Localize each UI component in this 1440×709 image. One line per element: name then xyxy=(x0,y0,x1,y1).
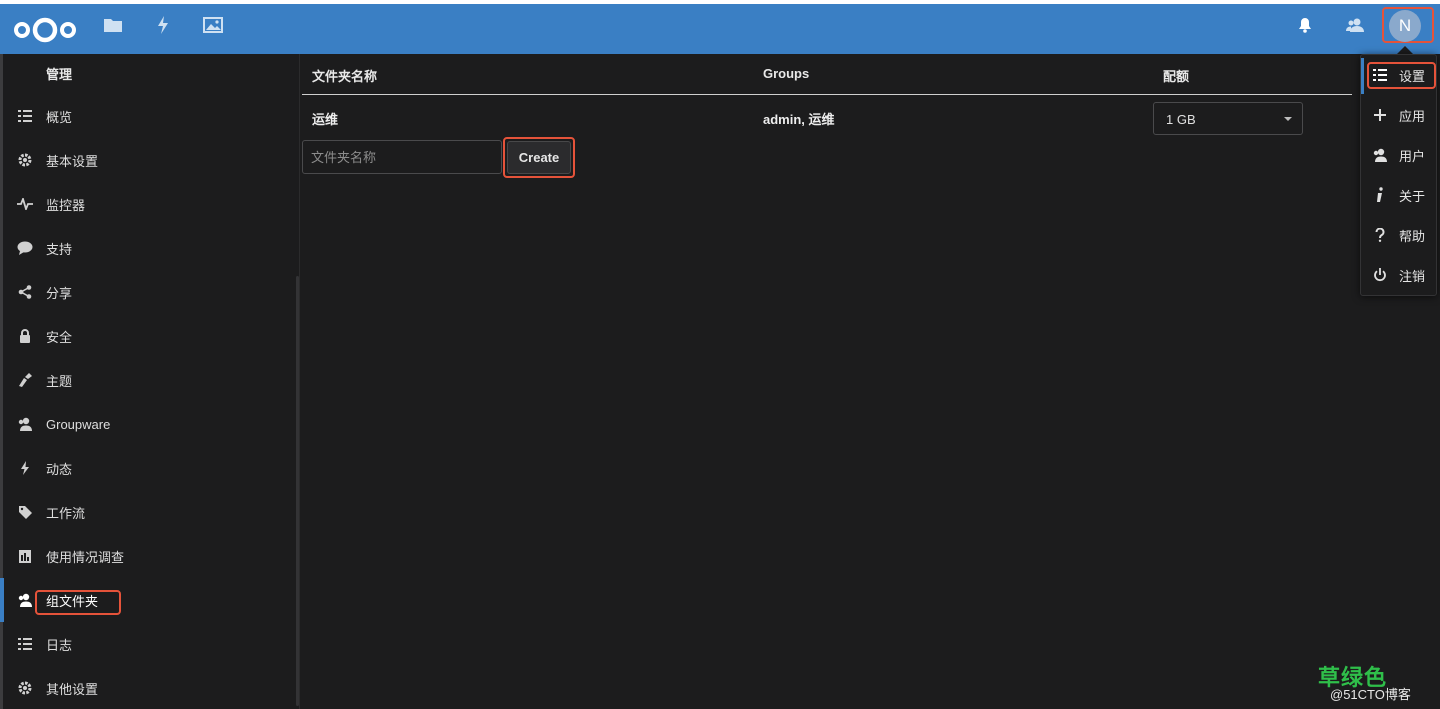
gallery-icon[interactable] xyxy=(201,13,225,37)
nextcloud-logo[interactable] xyxy=(12,16,78,44)
sidebar-heading: 管理 xyxy=(46,67,73,82)
sidebar-item-additional-settings[interactable]: 其他设置 xyxy=(0,666,298,709)
column-header-groups[interactable]: Groups xyxy=(763,66,809,81)
sidebar-item-label: 日志 xyxy=(46,637,73,653)
sidebar-item-label: 分享 xyxy=(46,285,73,301)
sidebar-item-label: 其他设置 xyxy=(46,681,99,697)
column-header-quota[interactable]: 配额 xyxy=(1163,66,1189,85)
users-icon xyxy=(1372,147,1388,163)
pulse-icon xyxy=(16,195,34,213)
sidebar-item-label: 支持 xyxy=(46,241,73,257)
menu-item-label: 注销 xyxy=(1399,268,1426,284)
folder-name-cell[interactable]: 运维 xyxy=(312,109,338,128)
help-icon xyxy=(1372,227,1388,243)
create-folder-button[interactable]: Create xyxy=(507,141,571,174)
sidebar-item-groupware[interactable]: Groupware xyxy=(0,402,298,446)
sidebar-item-overview[interactable]: 概览 xyxy=(0,94,298,138)
tag-icon xyxy=(16,503,34,521)
chevron-down-icon xyxy=(1284,117,1292,121)
folder-groups-cell[interactable]: admin, 运维 xyxy=(763,109,835,128)
comment-icon xyxy=(16,239,34,257)
gear-icon xyxy=(16,679,34,697)
contacts-icon[interactable] xyxy=(1343,13,1367,37)
notifications-icon[interactable] xyxy=(1293,13,1317,37)
menu-item-label: 用户 xyxy=(1399,148,1426,164)
sidebar-item-label: 主题 xyxy=(46,373,73,389)
menu-item-users[interactable]: 用户 xyxy=(1364,135,1436,175)
list-icon xyxy=(16,107,34,125)
sidebar-item-activity[interactable]: 动态 xyxy=(0,446,298,490)
user-avatar[interactable]: N xyxy=(1389,10,1421,42)
sidebar-item-survey[interactable]: 使用情况调查 xyxy=(0,534,298,578)
sidebar-item-sharing[interactable]: 分享 xyxy=(0,270,298,314)
settings-highlight xyxy=(1367,62,1436,89)
group-folder-icon xyxy=(16,591,34,609)
sidebar-item-support[interactable]: 支持 xyxy=(0,226,298,270)
files-icon[interactable] xyxy=(101,13,125,37)
power-icon xyxy=(1372,267,1388,283)
menu-item-label: 关于 xyxy=(1399,188,1426,204)
quota-select[interactable]: 1 GB xyxy=(1153,102,1303,135)
sidebar-item-label: 使用情况调查 xyxy=(46,549,125,565)
sidebar-item-basic-settings[interactable]: 基本设置 xyxy=(0,138,298,182)
plus-icon xyxy=(1372,107,1388,123)
survey-icon xyxy=(16,547,34,565)
menu-arrow xyxy=(1397,46,1413,54)
menu-item-logout[interactable]: 注销 xyxy=(1364,255,1436,295)
sidebar-item-label: 基本设置 xyxy=(46,153,99,169)
gear-icon xyxy=(16,151,34,169)
menu-item-help[interactable]: 帮助 xyxy=(1364,215,1436,255)
info-icon xyxy=(1372,187,1388,203)
sidebar-item-label: 动态 xyxy=(46,461,73,477)
watermark-source: @51CTO博客 xyxy=(1330,687,1411,702)
group-icon xyxy=(16,415,34,433)
brush-icon xyxy=(16,371,34,389)
activity-icon[interactable] xyxy=(151,13,175,37)
log-icon xyxy=(16,635,34,653)
sidebar-item-label: Groupware xyxy=(46,416,111,432)
sidebar-item-monitor[interactable]: 监控器 xyxy=(0,182,298,226)
sidebar-item-workflow[interactable]: 工作流 xyxy=(0,490,298,534)
sidebar-item-label: 监控器 xyxy=(46,197,86,213)
menu-item-label: 帮助 xyxy=(1399,228,1426,244)
menu-item-label: 应用 xyxy=(1399,108,1426,124)
column-header-folder-name[interactable]: 文件夹名称 xyxy=(312,66,377,85)
sidebar-item-logging[interactable]: 日志 xyxy=(0,622,298,666)
sidebar-item-label: 安全 xyxy=(46,329,73,345)
table-header-divider xyxy=(302,94,1352,95)
sidebar-item-theming[interactable]: 主题 xyxy=(0,358,298,402)
sidebar-item-label: 概览 xyxy=(46,109,73,125)
share-icon xyxy=(16,283,34,301)
menu-item-apps[interactable]: 应用 xyxy=(1364,95,1436,135)
quota-select-value: 1 GB xyxy=(1166,112,1196,127)
group-folders-highlight xyxy=(35,590,121,615)
lightning-icon xyxy=(16,459,34,477)
lock-icon xyxy=(16,327,34,345)
new-folder-name-input[interactable] xyxy=(302,140,502,174)
sidebar-item-security[interactable]: 安全 xyxy=(0,314,298,358)
menu-item-about[interactable]: 关于 xyxy=(1364,175,1436,215)
sidebar-item-label: 工作流 xyxy=(46,505,86,521)
